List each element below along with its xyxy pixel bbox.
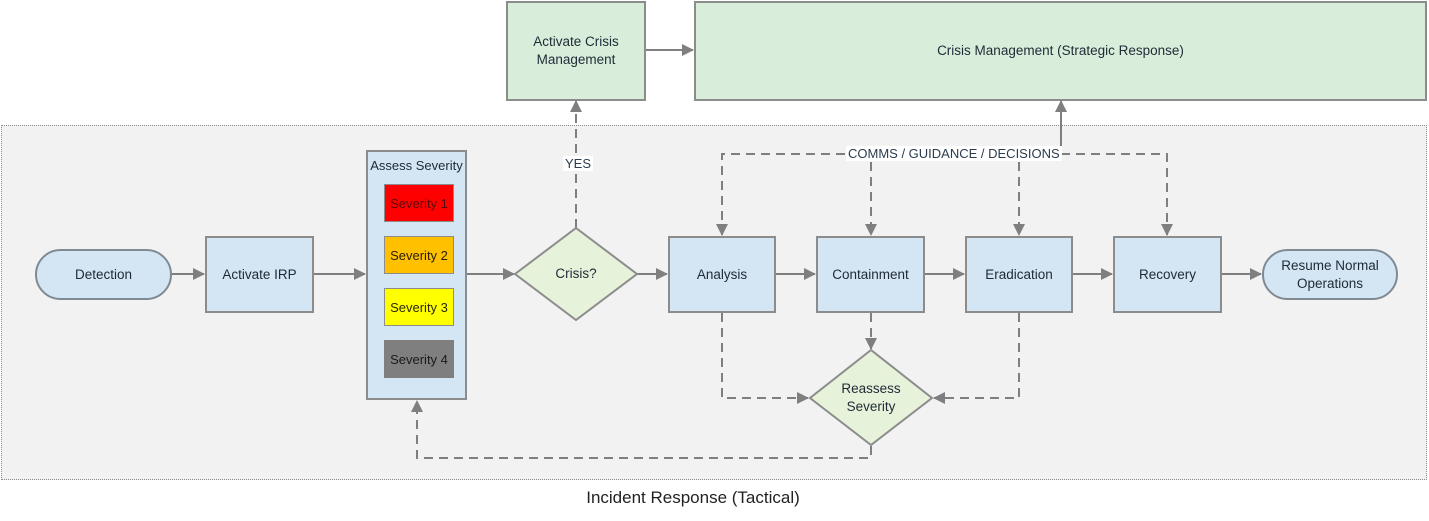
recovery-node[interactable]: Recovery bbox=[1113, 236, 1222, 313]
activate-crisis-management-label: Activate Crisis Management bbox=[533, 34, 619, 67]
severity-3-label: Severity 3 bbox=[390, 299, 448, 315]
eradication-node[interactable]: Eradication bbox=[965, 236, 1073, 313]
edge-reassess-assess bbox=[411, 400, 872, 459]
crisis-decision-node[interactable]: Crisis? bbox=[530, 262, 622, 286]
detection-label: Detection bbox=[74, 266, 133, 282]
severity-2-label: Severity 2 bbox=[390, 247, 448, 263]
yes-label: YES bbox=[563, 156, 594, 171]
resume-operations-node[interactable]: Resume Normal Operations bbox=[1262, 249, 1398, 300]
activate-irp-node[interactable]: Activate IRP bbox=[205, 236, 314, 313]
severity-1-label: Severity 1 bbox=[390, 195, 448, 211]
assess-severity-title: Assess Severity bbox=[370, 158, 463, 173]
recovery-label: Recovery bbox=[1138, 266, 1197, 282]
severity-3-badge[interactable]: Severity 3 bbox=[384, 288, 454, 326]
comms-guidance-decisions-label: COMMS / GUIDANCE / DECISIONS bbox=[846, 146, 1062, 161]
eradication-label: Eradication bbox=[985, 266, 1053, 282]
crisis-decision-label: Crisis? bbox=[555, 266, 597, 281]
severity-2-badge[interactable]: Severity 2 bbox=[384, 236, 454, 274]
resume-operations-label: Resume Normal Operations bbox=[1281, 257, 1379, 291]
edge-analysis-reassess bbox=[721, 313, 809, 404]
severity-1-badge[interactable]: Severity 1 bbox=[384, 184, 454, 222]
reassess-severity-node[interactable]: Reassess Severity bbox=[830, 379, 912, 417]
activate-crisis-management-node[interactable]: Activate Crisis Management bbox=[506, 1, 646, 101]
reassess-severity-label: Reassess Severity bbox=[841, 381, 901, 414]
severity-4-label: Severity 4 bbox=[390, 351, 448, 367]
detection-node[interactable]: Detection bbox=[35, 249, 172, 300]
containment-node[interactable]: Containment bbox=[816, 236, 925, 313]
containment-label: Containment bbox=[832, 266, 909, 282]
severity-4-badge[interactable]: Severity 4 bbox=[384, 340, 454, 378]
activate-irp-label: Activate IRP bbox=[222, 266, 297, 282]
analysis-label: Analysis bbox=[696, 266, 748, 282]
crisis-management-label: Crisis Management (Strategic Response) bbox=[937, 43, 1184, 58]
edge-comms-analysis bbox=[716, 153, 845, 236]
assess-severity-node[interactable]: Assess Severity Severity 1 Severity 2 Se… bbox=[366, 150, 467, 400]
edge-eradication-reassess bbox=[933, 313, 1020, 404]
crisis-management-node[interactable]: Crisis Management (Strategic Response) bbox=[694, 1, 1427, 101]
diagram-canvas: Incident Response (Tactical) Activate Cr… bbox=[0, 0, 1429, 521]
analysis-node[interactable]: Analysis bbox=[668, 236, 776, 313]
edge-comms-recovery bbox=[1061, 153, 1173, 236]
